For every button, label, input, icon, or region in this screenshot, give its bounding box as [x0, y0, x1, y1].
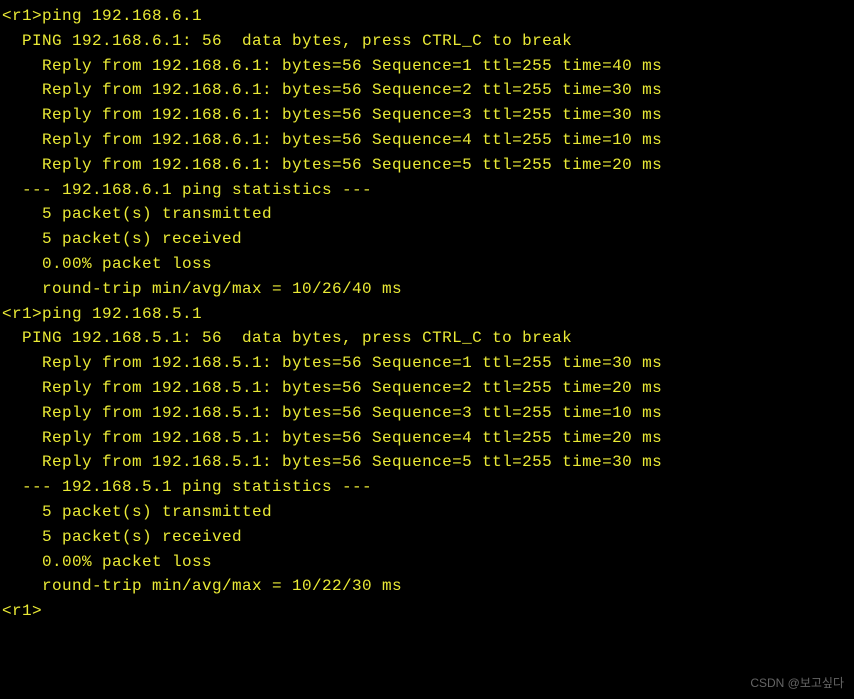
watermark: CSDN @보고싶다	[750, 674, 844, 693]
terminal-line: PING 192.168.5.1: 56 data bytes, press C…	[2, 326, 852, 351]
terminal-line: 5 packet(s) transmitted	[2, 500, 852, 525]
terminal-line: round-trip min/avg/max = 10/22/30 ms	[2, 574, 852, 599]
terminal-line: --- 192.168.5.1 ping statistics ---	[2, 475, 852, 500]
terminal-line: PING 192.168.6.1: 56 data bytes, press C…	[2, 29, 852, 54]
terminal-line: Reply from 192.168.6.1: bytes=56 Sequenc…	[2, 153, 852, 178]
terminal-line: Reply from 192.168.6.1: bytes=56 Sequenc…	[2, 128, 852, 153]
terminal-line: 0.00% packet loss	[2, 550, 852, 575]
terminal-line: Reply from 192.168.5.1: bytes=56 Sequenc…	[2, 351, 852, 376]
terminal-line: <r1>ping 192.168.6.1	[2, 4, 852, 29]
terminal-line: Reply from 192.168.5.1: bytes=56 Sequenc…	[2, 401, 852, 426]
terminal-line: 5 packet(s) transmitted	[2, 202, 852, 227]
terminal-line: Reply from 192.168.5.1: bytes=56 Sequenc…	[2, 450, 852, 475]
terminal-line: <r1>ping 192.168.5.1	[2, 302, 852, 327]
terminal-line: 5 packet(s) received	[2, 227, 852, 252]
terminal-line: Reply from 192.168.6.1: bytes=56 Sequenc…	[2, 78, 852, 103]
terminal-line: Reply from 192.168.5.1: bytes=56 Sequenc…	[2, 376, 852, 401]
terminal-line: round-trip min/avg/max = 10/26/40 ms	[2, 277, 852, 302]
terminal-line: <r1>	[2, 599, 852, 624]
terminal-line: Reply from 192.168.5.1: bytes=56 Sequenc…	[2, 426, 852, 451]
terminal-output[interactable]: <r1>ping 192.168.6.1 PING 192.168.6.1: 5…	[2, 4, 852, 624]
terminal-line: Reply from 192.168.6.1: bytes=56 Sequenc…	[2, 54, 852, 79]
terminal-line: --- 192.168.6.1 ping statistics ---	[2, 178, 852, 203]
terminal-line: 0.00% packet loss	[2, 252, 852, 277]
terminal-line: 5 packet(s) received	[2, 525, 852, 550]
terminal-line: Reply from 192.168.6.1: bytes=56 Sequenc…	[2, 103, 852, 128]
